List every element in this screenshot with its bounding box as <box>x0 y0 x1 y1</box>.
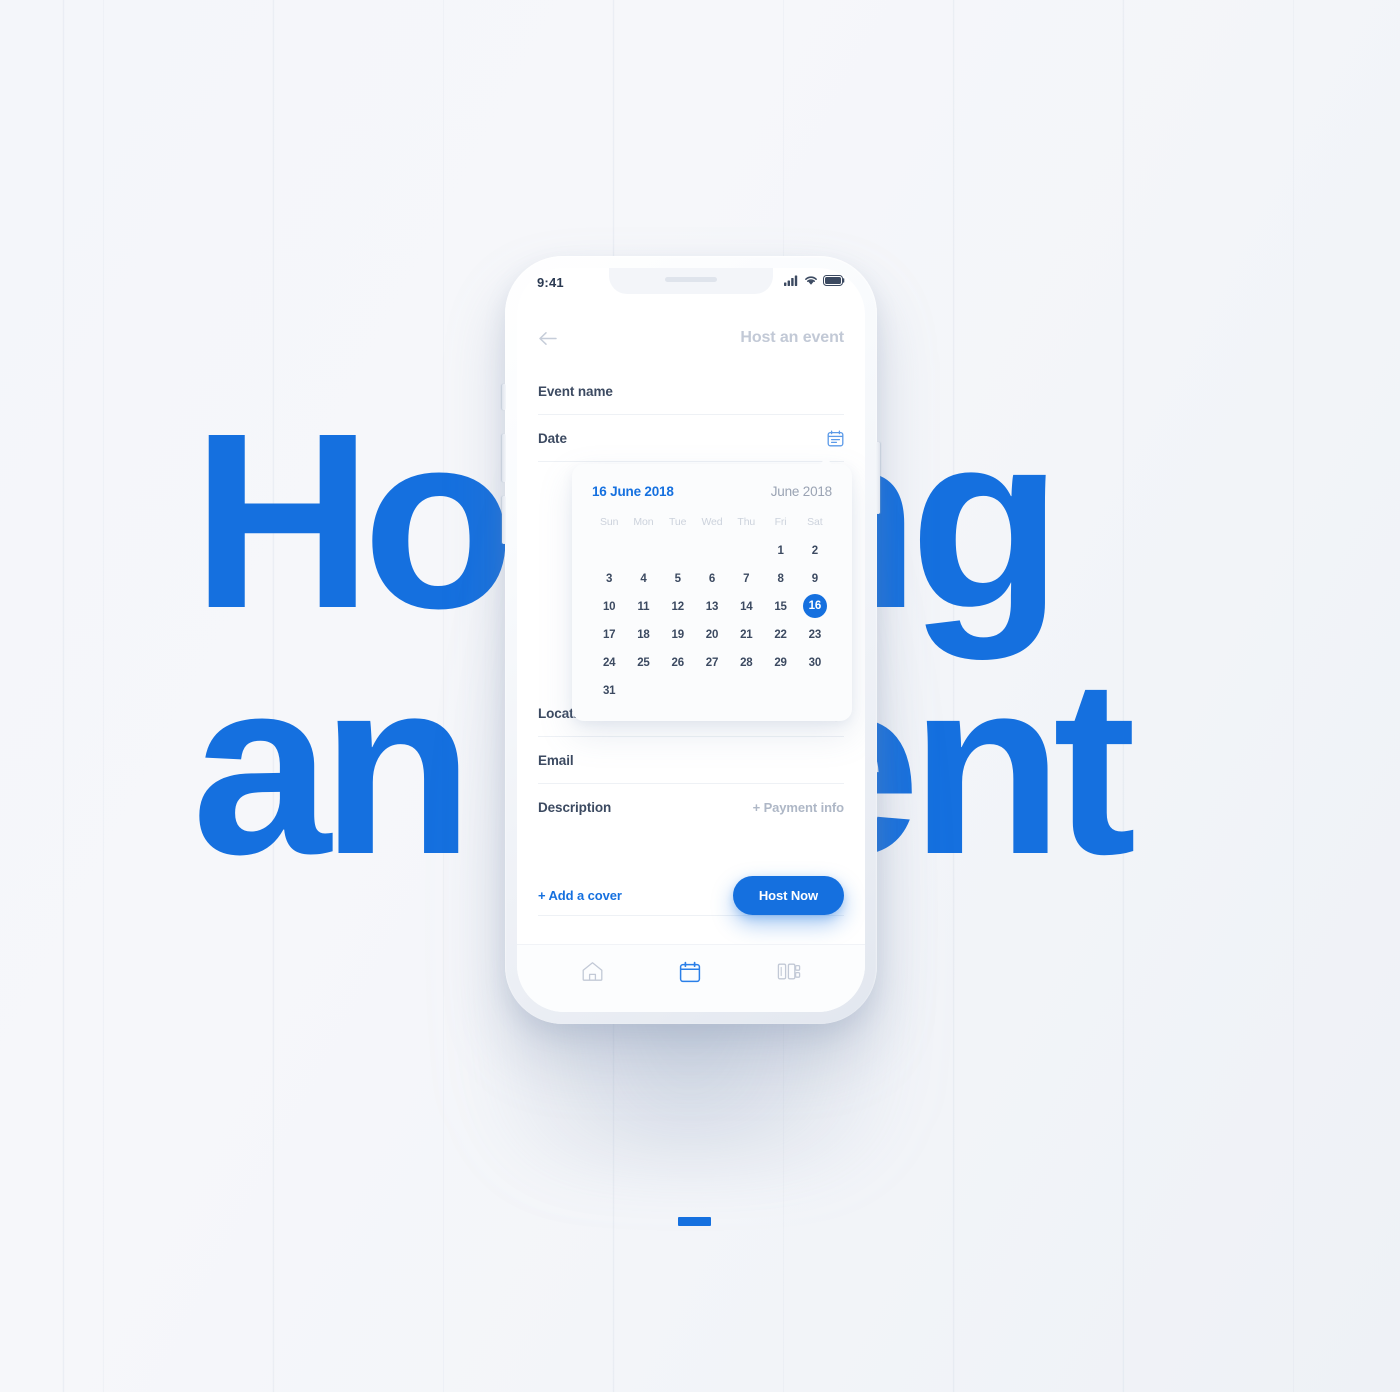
battery-icon <box>823 273 845 291</box>
status-bar-time: 9:41 <box>537 274 564 290</box>
calendar-icon <box>679 961 701 987</box>
calendar-day[interactable]: 6 <box>695 566 729 591</box>
calendar-day-header: Tue <box>669 516 687 528</box>
calendar-day-header: Thu <box>737 516 756 528</box>
calendar-selected-date: 16 June 2018 <box>592 484 674 499</box>
calendar-day-header: Fri <box>774 516 787 528</box>
calendar-day[interactable]: 2 <box>798 538 832 563</box>
home-icon <box>581 962 604 986</box>
calendar-day[interactable]: 27 <box>695 650 729 675</box>
calendar-day-header: Mon <box>633 516 654 528</box>
calendar-day[interactable]: 25 <box>626 650 660 675</box>
calendar-day[interactable]: 28 <box>729 650 763 675</box>
phone-volume-up-button[interactable] <box>502 434 506 482</box>
calendar-day[interactable]: 17 <box>592 622 626 647</box>
wifi-icon <box>804 273 818 291</box>
calendar-day[interactable]: 1 <box>763 538 797 563</box>
add-cover-button[interactable]: + Add a cover <box>538 888 622 903</box>
calendar-day[interactable]: 11 <box>626 594 660 619</box>
calendar-day[interactable]: 29 <box>763 650 797 675</box>
calendar-day-selected[interactable]: 16 <box>802 594 827 618</box>
calendar-day[interactable]: 9 <box>798 566 832 591</box>
form-actions: + Add a cover Host Now <box>538 872 844 918</box>
bottom-tab-bar <box>517 944 865 1012</box>
calendar-day[interactable]: 23 <box>798 622 832 647</box>
phone-silent-switch[interactable] <box>502 384 506 410</box>
field-date[interactable]: Date <box>538 415 844 462</box>
calendar-day-header: Wed <box>701 516 723 528</box>
calendar-day[interactable]: 5 <box>661 566 695 591</box>
tab-calendar[interactable] <box>679 961 701 983</box>
tab-tickets[interactable] <box>777 961 801 982</box>
calendar-day[interactable]: 20 <box>695 622 729 647</box>
cellular-signal-icon <box>784 273 799 291</box>
app-header: Host an event <box>517 320 865 356</box>
calendar-day[interactable]: 13 <box>695 594 729 619</box>
calendar-day-empty <box>695 538 729 563</box>
earpiece-speaker <box>665 277 717 282</box>
field-event-name[interactable]: Event name <box>538 368 844 415</box>
calendar-day-header: Sun <box>599 516 619 528</box>
field-email[interactable]: Email <box>538 737 844 784</box>
calendar-day-empty <box>661 538 695 563</box>
phone-power-button[interactable] <box>876 442 880 514</box>
phone-notch <box>609 268 773 294</box>
calendar-day[interactable]: 12 <box>661 594 695 619</box>
back-arrow-icon[interactable] <box>538 331 558 346</box>
add-payment-info-button[interactable]: + Payment info <box>753 800 845 815</box>
calendar-icon[interactable] <box>827 430 844 447</box>
field-label-email: Email <box>538 752 574 768</box>
calendar-day[interactable]: 30 <box>798 650 832 675</box>
calendar-header: 16 June 2018 June 2018 <box>592 484 832 499</box>
calendar-day-empty <box>592 538 626 563</box>
calendar-day[interactable]: 22 <box>763 622 797 647</box>
screenshot-canvas: Hosting an event 9:41 <box>0 0 1400 1392</box>
calendar-day[interactable]: 26 <box>661 650 695 675</box>
calendar-day-empty <box>729 538 763 563</box>
calendar-day[interactable]: 19 <box>661 622 695 647</box>
calendar-day[interactable]: 10 <box>592 594 626 619</box>
host-now-button[interactable]: Host Now <box>732 875 844 915</box>
calendar-day[interactable]: 4 <box>626 566 660 591</box>
field-description[interactable]: Description + Payment info <box>538 784 844 830</box>
calendar-day[interactable]: 31 <box>592 678 626 703</box>
page-title: Host an event <box>740 329 844 346</box>
field-label-date: Date <box>538 430 567 446</box>
calendar-day[interactable]: 7 <box>729 566 763 591</box>
calendar-day[interactable]: 15 <box>763 594 797 619</box>
phone-screen: 9:41 Host an event Event name Date Locat… <box>517 268 865 1012</box>
phone-volume-down-button[interactable] <box>502 496 506 544</box>
calendar-day[interactable]: 8 <box>763 566 797 591</box>
calendar-day[interactable]: 14 <box>729 594 763 619</box>
field-label-event-name: Event name <box>538 383 613 399</box>
ticket-icon <box>777 963 801 986</box>
field-label-description: Description <box>538 799 612 815</box>
calendar-day[interactable]: 18 <box>626 622 660 647</box>
tab-home[interactable] <box>581 961 604 982</box>
status-bar-icons <box>784 273 845 291</box>
calendar-grid: Sun Mon Tue Wed Thu Fri Sat 1 2 3 4 5 6 7 8 9 10 11 12 13 14… <box>592 516 832 703</box>
calendar-day-empty <box>626 538 660 563</box>
scroll-marker <box>678 1217 711 1226</box>
calendar-day-header: Sat <box>807 516 823 528</box>
calendar-month-label[interactable]: June 2018 <box>771 484 832 499</box>
phone-mockup: 9:41 Host an event Event name Date Locat… <box>502 256 880 1024</box>
calendar-day[interactable]: 3 <box>592 566 626 591</box>
calendar-day[interactable]: 21 <box>729 622 763 647</box>
calendar-day[interactable]: 24 <box>592 650 626 675</box>
calendar-popover: 16 June 2018 June 2018 Sun Mon Tue Wed Thu Fr… <box>572 457 852 721</box>
